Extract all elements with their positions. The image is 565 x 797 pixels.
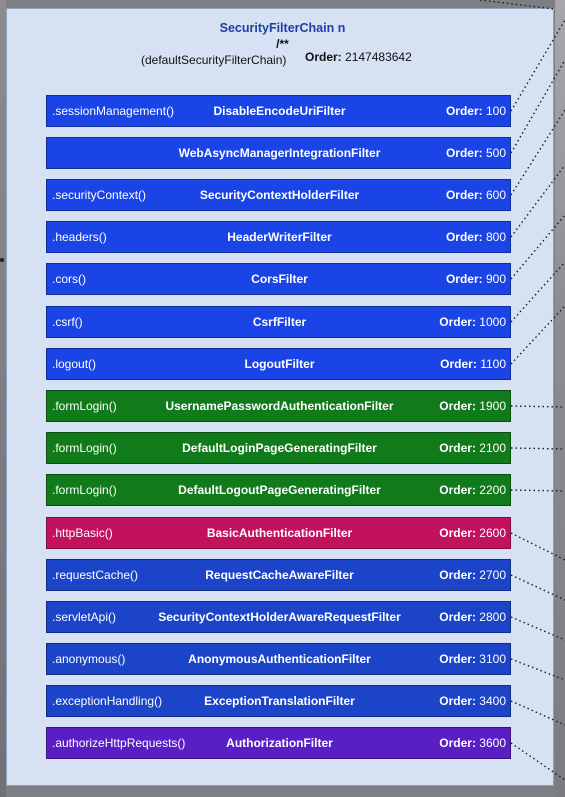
filter-box: .cors() CorsFilter Order: 900 (46, 263, 511, 295)
filter-box: WebAsyncManagerIntegrationFilter Order: … (46, 137, 511, 169)
left-edge-dot (0, 258, 4, 262)
filter-order: Order: 3400 (439, 694, 506, 708)
filter-box: .headers() HeaderWriterFilter Order: 800 (46, 221, 511, 253)
filter-order-value: 2700 (479, 568, 506, 582)
filter-order-value: 600 (485, 188, 506, 202)
filter-order: Order: 800 (446, 230, 506, 244)
filter-box: .httpBasic() BasicAuthenticationFilter O… (46, 517, 511, 549)
filter-order-label: Order: (439, 483, 476, 497)
filter-order: Order: 3100 (439, 652, 506, 666)
filter-order-value: 3600 (479, 736, 506, 750)
filter-order-label: Order: (439, 526, 476, 540)
filter-order-label: Order: (445, 104, 483, 118)
dotted-connector (510, 700, 565, 726)
filter-order-label: Order: (440, 357, 477, 371)
filter-box: .sessionManagement() DisableEncodeUriFil… (46, 95, 511, 127)
filter-order-label: Order: (439, 610, 476, 624)
dotted-connector (510, 532, 565, 561)
dotted-connector (510, 164, 565, 238)
filter-order-value: 2800 (479, 610, 506, 624)
filter-order-label: Order: (439, 441, 476, 455)
filter-order-label: Order: (439, 736, 476, 750)
filter-order-value: 800 (485, 230, 506, 244)
filter-name: DisableEncodeUriFilter (213, 104, 346, 118)
filter-order: Order: 2100 (439, 441, 506, 455)
filter-order-value: 3100 (479, 652, 506, 666)
filter-order: Order: 2700 (439, 568, 506, 582)
dotted-connector (510, 447, 565, 450)
chain-order-label: Order: (305, 50, 342, 64)
filter-order: Order: 100 (446, 104, 506, 118)
filter-order-label: Order: (439, 652, 476, 666)
filter-box: .logout() LogoutFilter Order: 1100 (46, 348, 511, 380)
filter-box: .csrf() CsrfFilter Order: 1000 (46, 306, 511, 338)
filter-box: .formLogin() DefaultLoginPageGeneratingF… (46, 432, 511, 464)
filter-order-value: 1100 (480, 357, 506, 371)
chain-name: (defaultSecurityFilterChain) (141, 53, 287, 67)
filter-name: CorsFilter (251, 272, 308, 286)
dotted-connector (510, 616, 565, 641)
chain-order: Order: 2147483642 (305, 50, 412, 64)
filter-box: .formLogin() UsernamePasswordAuthenticat… (46, 390, 511, 422)
dotted-connector (510, 305, 565, 365)
filter-order-label: Order: (445, 188, 483, 202)
filter-box: .authorizeHttpRequests() AuthorizationFi… (46, 727, 511, 759)
filter-box: .requestCache() RequestCacheAwareFilter … (46, 559, 511, 591)
filter-order-label: Order: (445, 230, 483, 244)
filter-name: WebAsyncManagerIntegrationFilter (178, 146, 381, 160)
filter-order-value: 3400 (479, 694, 506, 708)
filter-order-value: 2600 (479, 526, 506, 540)
dotted-connector (510, 109, 565, 196)
filter-order-label: Order: (439, 568, 476, 582)
dotted-connector (510, 59, 565, 154)
dotted-connector (510, 742, 565, 781)
filter-order-value: 1000 (479, 315, 506, 329)
filter-order-label: Order: (445, 146, 483, 160)
filter-box: .anonymous() AnonymousAuthenticationFilt… (46, 643, 511, 675)
filter-box: .exceptionHandling() ExceptionTranslatio… (46, 685, 511, 717)
filter-order: Order: 900 (446, 272, 506, 286)
dotted-connector (510, 214, 565, 280)
filter-order-value: 2100 (479, 441, 506, 455)
filter-order-label: Order: (445, 272, 483, 286)
filter-order: Order: 2600 (439, 526, 506, 540)
chain-pattern: /** (276, 37, 289, 51)
chain-title: SecurityFilterChain n (219, 21, 346, 35)
filter-order-value: 900 (485, 272, 506, 286)
filter-order-value: 2200 (479, 483, 506, 497)
dotted-connector (510, 489, 565, 492)
filter-order: Order: 1000 (439, 315, 506, 329)
dotted-connector (510, 574, 565, 601)
filter-order: Order: 1900 (439, 399, 506, 413)
filter-order-value: 100 (485, 104, 506, 118)
filter-order-value: 1900 (479, 399, 506, 413)
dotted-connector (510, 405, 565, 408)
filter-box: .formLogin() DefaultLogoutPageGenerating… (46, 474, 511, 506)
filter-order: Order: 2200 (439, 483, 506, 497)
filter-name: SecurityContextHolderFilter (199, 188, 360, 202)
dotted-connector (510, 261, 565, 323)
dotted-connector-top (479, 0, 555, 10)
filter-order-value: 500 (485, 146, 506, 160)
filter-order-label: Order: (439, 315, 476, 329)
filter-box: .servletApi() SecurityContextHolderAware… (46, 601, 511, 633)
filter-box: .securityContext() SecurityContextHolder… (46, 179, 511, 211)
filter-name: HeaderWriterFilter (227, 230, 332, 244)
chain-order-value: 2147483642 (345, 50, 412, 64)
filter-order: Order: 600 (446, 188, 506, 202)
filter-order: Order: 2800 (439, 610, 506, 624)
filter-order: Order: 500 (446, 146, 506, 160)
dotted-connector (510, 658, 565, 681)
filter-order-label: Order: (439, 399, 476, 413)
filter-order-label: Order: (439, 694, 476, 708)
filter-order: Order: 3600 (439, 736, 506, 750)
filter-order: Order: 1100 (440, 357, 506, 371)
